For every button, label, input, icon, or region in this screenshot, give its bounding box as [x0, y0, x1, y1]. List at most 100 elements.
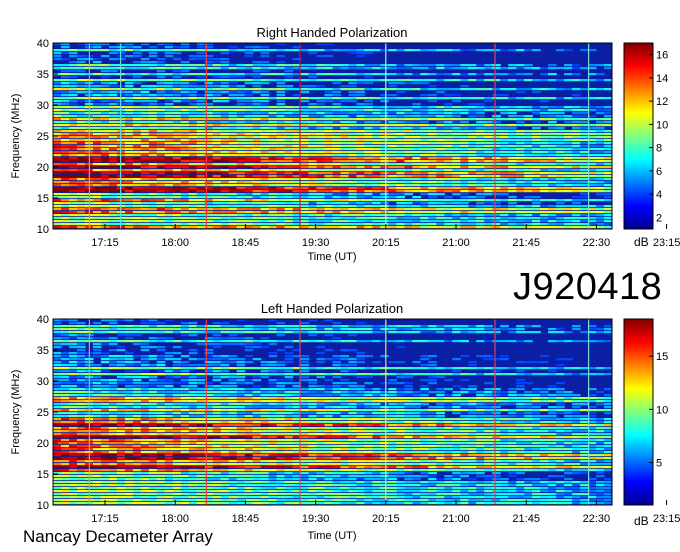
heat-cell [468, 196, 477, 199]
heat-cell [564, 151, 573, 154]
heat-cell [308, 403, 318, 406]
heat-cell [220, 211, 230, 214]
heat-cell [100, 139, 110, 142]
heat-cell [412, 196, 421, 199]
heat-cell [244, 214, 254, 217]
heat-cell [100, 193, 110, 196]
heat-cell [444, 136, 453, 139]
heat-cell [132, 334, 142, 337]
heat-cell [148, 142, 158, 145]
heat-cell [276, 322, 286, 325]
heat-cell [276, 382, 286, 385]
heat-cell [252, 142, 262, 145]
heat-cell [108, 199, 118, 202]
heat-cell [484, 73, 493, 76]
heat-cell [372, 325, 381, 328]
heat-cell [164, 325, 174, 328]
heat-cell [180, 157, 190, 160]
heat-cell [428, 217, 437, 220]
heat-cell [220, 169, 230, 172]
heat-cell [452, 124, 461, 127]
heat-cell [196, 187, 206, 190]
heat-cell [77, 391, 86, 394]
heat-cell [244, 133, 254, 136]
heat-cell [236, 382, 246, 385]
heat-cell [77, 217, 86, 220]
heat-cell [300, 388, 310, 391]
heat-cell [500, 397, 509, 400]
heat-cell [404, 82, 413, 85]
heat-cell [132, 388, 142, 391]
heat-cell [604, 214, 613, 217]
heat-cell [284, 184, 294, 187]
heat-cell [476, 172, 485, 175]
heat-cell [252, 205, 262, 208]
heat-cell [556, 172, 565, 175]
heat-cell [404, 142, 413, 145]
heat-cell [108, 364, 118, 367]
heat-cell [196, 367, 206, 370]
heat-cell [580, 97, 589, 100]
heat-cell [388, 88, 397, 91]
heat-cell [596, 211, 605, 214]
heat-cell [268, 361, 278, 364]
heat-cell [92, 46, 102, 49]
heat-cell [100, 169, 110, 172]
heat-cell [412, 118, 421, 121]
heat-cell [492, 163, 501, 166]
heat-cell [524, 133, 533, 136]
heat-cell [164, 94, 174, 97]
heat-cell [324, 67, 334, 70]
heat-cell [324, 220, 334, 223]
heat-cell [380, 97, 389, 100]
heat-cell [564, 211, 573, 214]
heat-cell [324, 193, 334, 196]
heat-cell [420, 88, 429, 91]
heat-cell [268, 205, 278, 208]
heat-cell [180, 223, 190, 226]
heat-cell [452, 187, 461, 190]
heat-cell [77, 115, 86, 118]
heat-cell [572, 226, 581, 229]
heat-cell [388, 397, 397, 400]
heat-cell [396, 223, 405, 226]
heat-cell [220, 337, 230, 340]
heat-cell [372, 160, 381, 163]
heat-cell [572, 211, 581, 214]
heat-cell [156, 163, 166, 166]
heat-cell [284, 97, 294, 100]
heat-cell [100, 94, 110, 97]
heat-cell [548, 226, 557, 229]
heat-cell [220, 79, 230, 82]
heat-cell [244, 337, 254, 340]
heat-cell [61, 169, 70, 172]
heat-cell [524, 154, 533, 157]
heat-cell [276, 172, 286, 175]
heat-cell [132, 223, 142, 226]
heat-cell [196, 118, 206, 121]
heat-cell [268, 172, 278, 175]
heat-cell [516, 370, 525, 373]
heat-cell [61, 67, 70, 70]
heat-cell [484, 325, 493, 328]
heat-cell [140, 184, 150, 187]
heat-cell [348, 193, 358, 196]
heat-cell [284, 220, 294, 223]
heat-cell [140, 172, 150, 175]
heat-cell [164, 172, 174, 175]
heat-cell [580, 148, 589, 151]
heat-cell [364, 157, 373, 160]
heat-cell [188, 205, 198, 208]
heat-cell [172, 100, 182, 103]
heat-cell [196, 151, 206, 154]
heat-cell [404, 169, 413, 172]
heat-cell [332, 364, 342, 367]
heat-cell [580, 220, 589, 223]
heat-cell [300, 157, 310, 160]
heat-cell [460, 223, 469, 226]
heat-cell [228, 121, 238, 124]
heat-cell [53, 115, 62, 118]
heat-cell [124, 169, 134, 172]
heat-cell [268, 127, 278, 130]
heat-cell [100, 181, 110, 184]
